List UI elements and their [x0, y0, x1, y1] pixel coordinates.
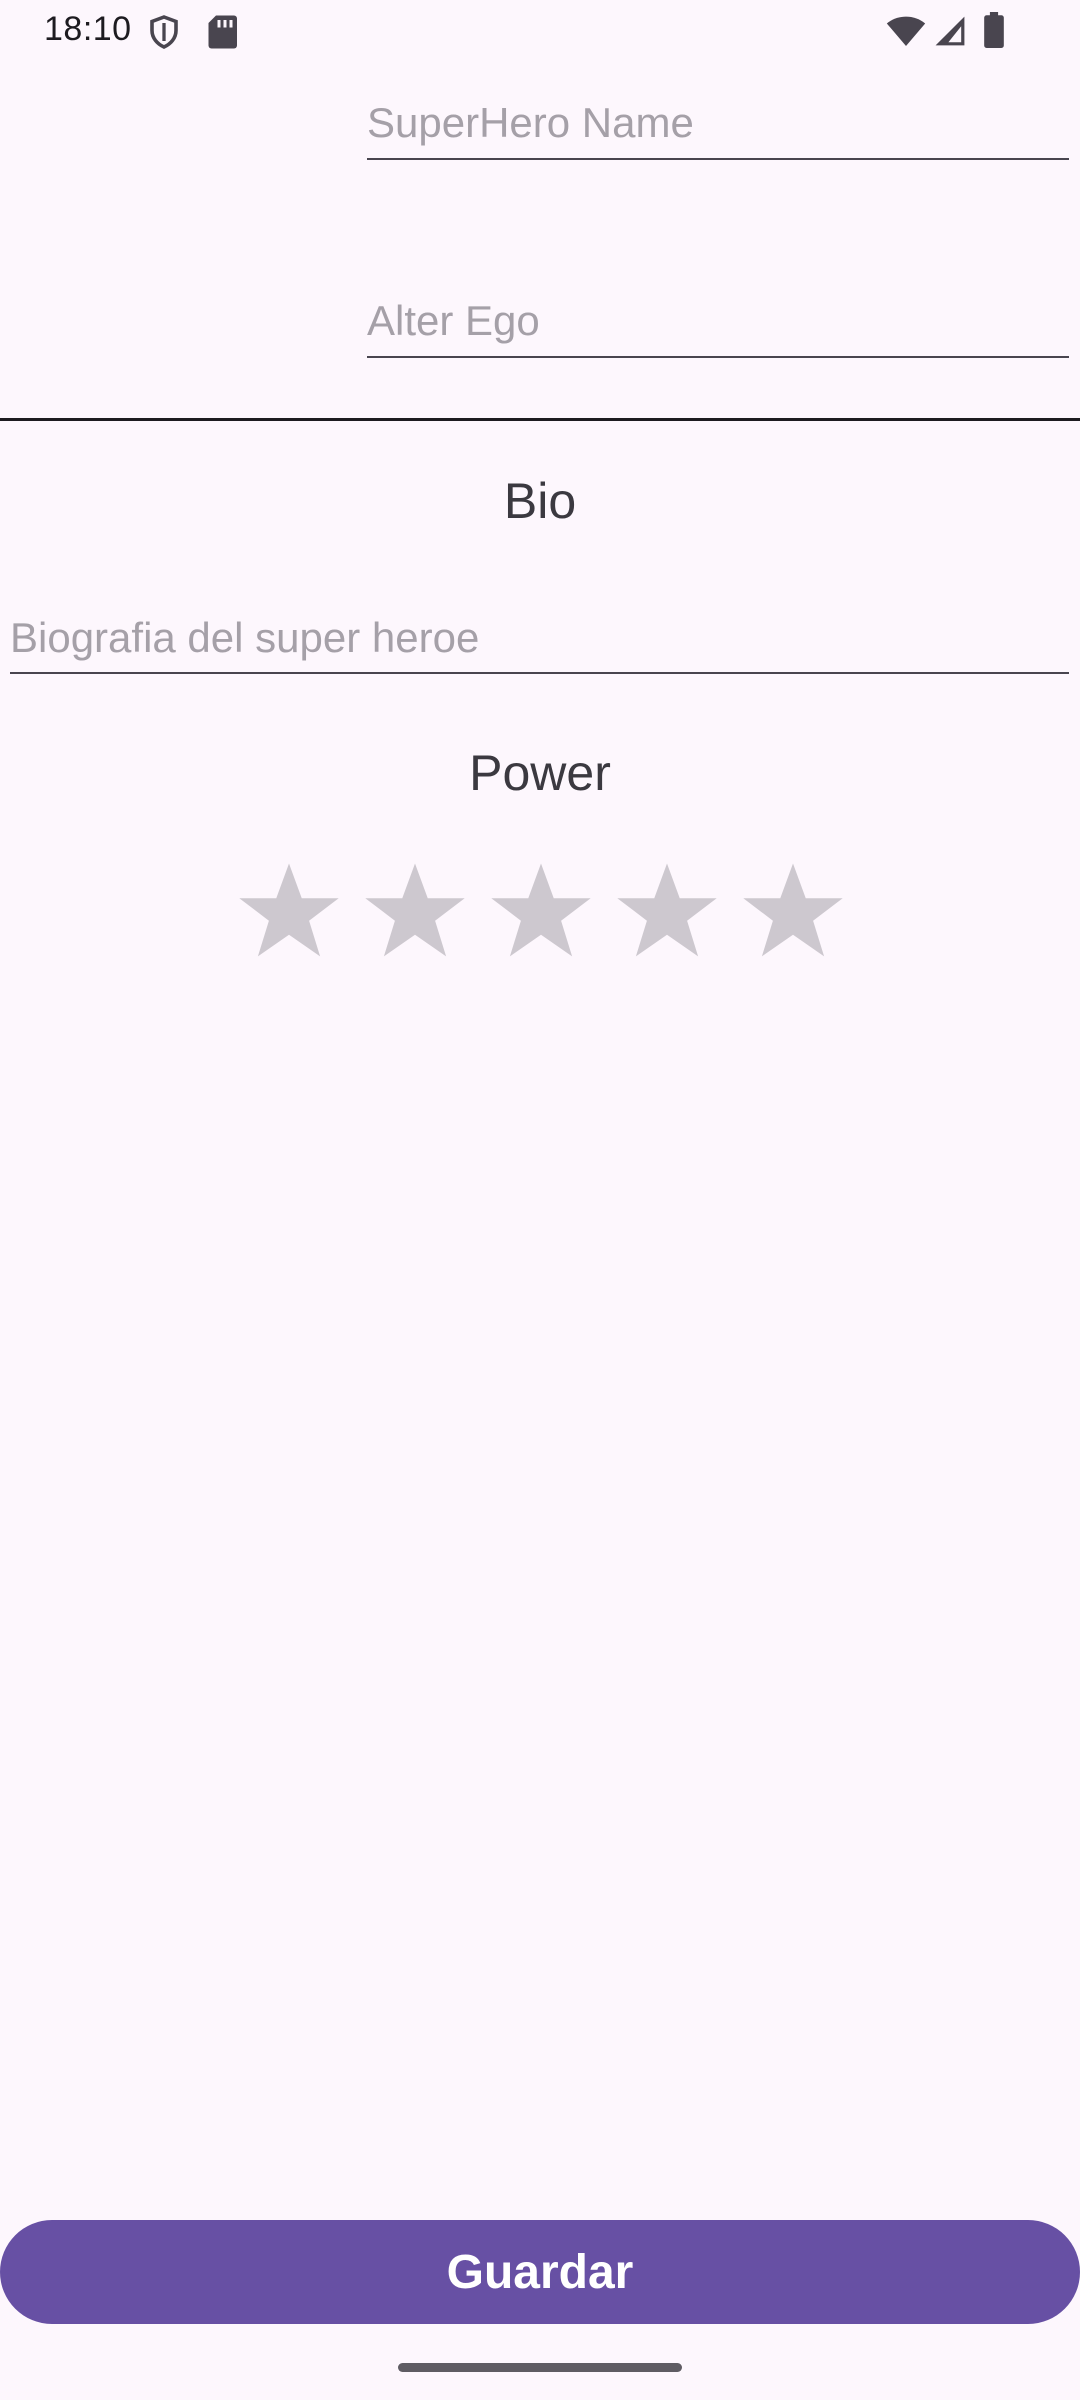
alter-ego-input[interactable] — [367, 286, 1069, 356]
battery-icon — [984, 12, 1004, 53]
status-bar: 18:10 — [0, 0, 1080, 62]
sd-card-icon — [206, 14, 238, 55]
star-icon[interactable] — [730, 856, 856, 966]
superhero-name-input[interactable] — [367, 88, 1069, 158]
wifi-icon — [886, 14, 926, 53]
home-indicator[interactable] — [398, 2363, 682, 2372]
status-time: 18:10 — [44, 10, 132, 48]
save-button[interactable]: Guardar — [0, 2220, 1080, 2324]
star-icon[interactable] — [478, 856, 604, 966]
shield-icon — [146, 14, 182, 55]
star-icon[interactable] — [352, 856, 478, 966]
bio-input[interactable] — [10, 604, 1069, 672]
power-label: Power — [469, 745, 611, 801]
superhero-name-field — [367, 88, 1069, 160]
star-icon[interactable] — [604, 856, 730, 966]
divider — [0, 418, 1080, 421]
alter-ego-field — [367, 286, 1069, 358]
star-icon[interactable] — [226, 856, 352, 966]
bio-label: Bio — [503, 473, 577, 529]
power-rating-bar[interactable] — [226, 856, 856, 966]
cell-signal-icon — [934, 14, 966, 53]
bio-field — [10, 604, 1069, 674]
